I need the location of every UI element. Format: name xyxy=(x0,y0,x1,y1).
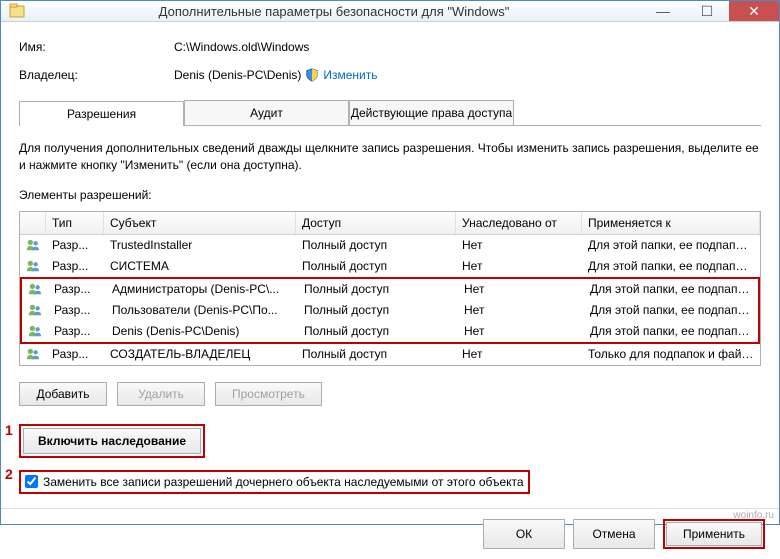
cell-applies: Для этой папки, ее подпапок ... xyxy=(582,257,760,275)
col-access[interactable]: Доступ xyxy=(296,212,456,234)
cell-applies: Для этой папки, ее подпапок ... xyxy=(582,236,760,254)
apply-highlight: Применить xyxy=(663,519,765,549)
col-applies[interactable]: Применяется к xyxy=(582,212,760,234)
tabs: Разрешения Аудит Действующие права досту… xyxy=(19,100,761,126)
dialog-footer: ОК Отмена Применить xyxy=(1,508,779,559)
col-subject[interactable]: Субъект xyxy=(104,212,296,234)
col-icon[interactable] xyxy=(20,212,46,234)
annotation-1: 1 Включить наследование xyxy=(19,422,761,460)
cell-access: Полный доступ xyxy=(298,301,458,319)
user-icon xyxy=(22,322,48,340)
table-row[interactable]: Разр... Denis (Denis-PC\Denis) Полный до… xyxy=(22,321,758,342)
annotation-number: 2 xyxy=(5,466,13,482)
cell-type: Разр... xyxy=(46,345,104,363)
name-value: C:\Windows.old\Windows xyxy=(174,40,309,54)
view-button[interactable]: Просмотреть xyxy=(215,382,322,406)
permissions-grid: Тип Субъект Доступ Унаследовано от Приме… xyxy=(19,211,761,366)
cell-access: Полный доступ xyxy=(296,345,456,363)
tab-audit[interactable]: Аудит xyxy=(184,100,349,125)
table-row[interactable]: Разр... СИСТЕМА Полный доступ Нет Для эт… xyxy=(20,256,760,277)
cell-applies: Только для подпапок и файл... xyxy=(582,345,760,363)
tab-effective[interactable]: Действующие права доступа xyxy=(349,100,514,125)
cell-inherited: Нет xyxy=(456,257,582,275)
grid-header: Тип Субъект Доступ Унаследовано от Приме… xyxy=(20,212,760,235)
maximize-button[interactable]: ☐ xyxy=(685,1,729,21)
table-row[interactable]: Разр... Администраторы (Denis-PC\... Пол… xyxy=(22,279,758,300)
cell-inherited: Нет xyxy=(458,301,584,319)
annotation-2: 2 Заменить все записи разрешений дочерне… xyxy=(19,466,761,498)
section-label: Элементы разрешений: xyxy=(19,188,761,202)
dialog-content: Имя: C:\Windows.old\Windows Владелец: De… xyxy=(1,22,779,508)
user-icon xyxy=(20,345,46,363)
cell-subject: СОЗДАТЕЛЬ-ВЛАДЕЛЕЦ xyxy=(104,345,296,363)
cell-inherited: Нет xyxy=(456,345,582,363)
cell-subject: Denis (Denis-PC\Denis) xyxy=(106,322,298,340)
user-icon xyxy=(22,280,48,298)
cell-subject: TrustedInstaller xyxy=(104,236,296,254)
cell-type: Разр... xyxy=(48,322,106,340)
cancel-button[interactable]: Отмена xyxy=(573,519,655,549)
name-row: Имя: C:\Windows.old\Windows xyxy=(19,36,761,58)
replace-label: Заменить все записи разрешений дочернего… xyxy=(43,475,524,489)
cell-inherited: Нет xyxy=(456,236,582,254)
cell-access: Полный доступ xyxy=(298,322,458,340)
cell-access: Полный доступ xyxy=(296,236,456,254)
remove-button[interactable]: Удалить xyxy=(117,382,205,406)
owner-label: Владелец: xyxy=(19,68,174,82)
owner-value: Denis (Denis-PC\Denis) xyxy=(174,68,301,82)
window-title: Дополнительные параметры безопасности дл… xyxy=(27,4,641,19)
cell-inherited: Нет xyxy=(458,322,584,340)
cell-type: Разр... xyxy=(48,301,106,319)
cell-applies: Для этой папки, ее подпапок ... xyxy=(584,322,758,340)
cell-access: Полный доступ xyxy=(298,280,458,298)
watermark: woinfo.ru xyxy=(733,510,774,521)
change-owner-link[interactable]: Изменить xyxy=(323,68,377,82)
cell-applies: Для этой папки, ее подпапок ... xyxy=(584,280,758,298)
cell-access: Полный доступ xyxy=(296,257,456,275)
name-label: Имя: xyxy=(19,40,174,54)
highlighted-rows: Разр... Администраторы (Denis-PC\... Пол… xyxy=(20,277,760,344)
replace-checkbox[interactable] xyxy=(25,475,38,488)
table-row[interactable]: Разр... Пользователи (Denis-PC\По... Пол… xyxy=(22,300,758,321)
cell-type: Разр... xyxy=(46,257,104,275)
user-icon xyxy=(20,236,46,254)
user-icon xyxy=(20,257,46,275)
close-button[interactable]: ✕ xyxy=(729,1,779,21)
col-inherited[interactable]: Унаследовано от xyxy=(456,212,582,234)
table-row[interactable]: Разр... СОЗДАТЕЛЬ-ВЛАДЕЛЕЦ Полный доступ… xyxy=(20,344,760,365)
cell-type: Разр... xyxy=(48,280,106,298)
shield-icon xyxy=(305,68,319,82)
window-controls: — ☐ ✕ xyxy=(641,1,779,21)
cell-subject: Администраторы (Denis-PC\... xyxy=(106,280,298,298)
inherit-highlight: Включить наследование xyxy=(19,424,205,458)
minimize-button[interactable]: — xyxy=(641,1,685,21)
tab-permissions[interactable]: Разрешения xyxy=(19,101,184,126)
annotation-number: 1 xyxy=(5,422,13,438)
apply-button[interactable]: Применить xyxy=(666,522,762,546)
user-icon xyxy=(22,301,48,319)
security-dialog: Дополнительные параметры безопасности дл… xyxy=(0,0,780,525)
add-button[interactable]: Добавить xyxy=(19,382,107,406)
cell-subject: Пользователи (Denis-PC\По... xyxy=(106,301,298,319)
cell-type: Разр... xyxy=(46,236,104,254)
col-type[interactable]: Тип xyxy=(46,212,104,234)
window-icon xyxy=(7,1,27,21)
table-row[interactable]: Разр... TrustedInstaller Полный доступ Н… xyxy=(20,235,760,256)
titlebar: Дополнительные параметры безопасности дл… xyxy=(1,1,779,22)
cell-subject: СИСТЕМА xyxy=(104,257,296,275)
description-text: Для получения дополнительных сведений дв… xyxy=(19,140,761,174)
cell-inherited: Нет xyxy=(458,280,584,298)
ok-button[interactable]: ОК xyxy=(483,519,565,549)
cell-applies: Для этой папки, ее подпапок ... xyxy=(584,301,758,319)
row-action-buttons: Добавить Удалить Просмотреть xyxy=(19,382,761,406)
enable-inheritance-button[interactable]: Включить наследование xyxy=(23,428,201,454)
owner-row: Владелец: Denis (Denis-PC\Denis) Изменит… xyxy=(19,64,761,86)
replace-checkbox-row[interactable]: Заменить все записи разрешений дочернего… xyxy=(19,470,530,494)
